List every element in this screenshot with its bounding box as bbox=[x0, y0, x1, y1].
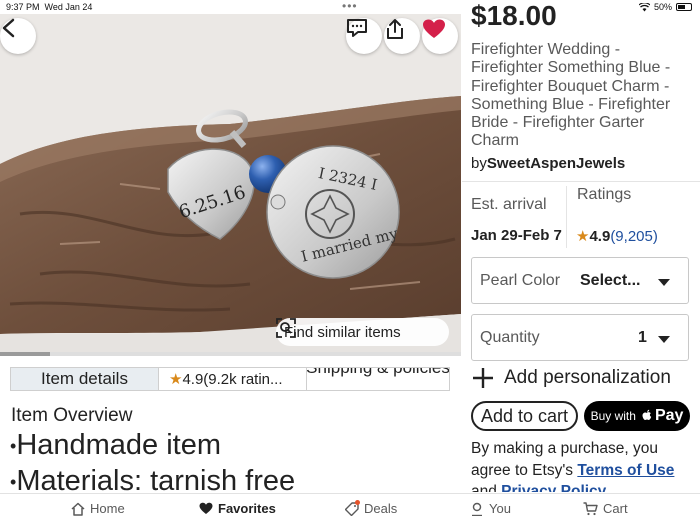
pearl-color-select[interactable]: Pearl Color Select... bbox=[471, 257, 689, 304]
tab-shipping-policies[interactable]: Shipping & policies bbox=[306, 368, 449, 390]
battery-percent: 50% bbox=[653, 2, 672, 12]
photo-pager-indicator bbox=[0, 352, 461, 356]
nav-deals[interactable]: Deals bbox=[344, 499, 397, 516]
notification-dot bbox=[355, 499, 360, 505]
tab-item-details[interactable]: Item details bbox=[11, 368, 158, 390]
seller-link[interactable]: SweetAspenJewels bbox=[487, 155, 625, 172]
heart-icon bbox=[199, 502, 213, 514]
nav-cart[interactable]: Cart bbox=[583, 501, 628, 516]
status-time: 9:37 PM Wed Jan 24 bbox=[6, 2, 93, 12]
status-bar: 9:37 PM Wed Jan 24 ••• 50% bbox=[0, 0, 700, 14]
back-icon bbox=[2, 18, 15, 38]
seller-line: bySweetAspenJewels bbox=[471, 155, 626, 172]
star-icon: ★ bbox=[169, 371, 183, 388]
overview-list: •Handmade item •Materials: tarnish free bbox=[10, 428, 295, 500]
est-arrival-value: Jan 29-Feb 7 bbox=[471, 227, 562, 244]
est-arrival-label: Est. arrival bbox=[471, 196, 547, 213]
multitasking-dots[interactable]: ••• bbox=[342, 0, 358, 13]
pearl-color-label: Pearl Color bbox=[480, 272, 561, 289]
home-icon bbox=[71, 502, 85, 516]
back-button[interactable] bbox=[0, 18, 36, 54]
pearl-color-value: Select... bbox=[580, 272, 641, 289]
share-button[interactable] bbox=[384, 18, 420, 54]
detail-tabs: Item details ★4.9(9.2k ratin... Shipping… bbox=[10, 367, 450, 391]
product-photo[interactable]: 6.25.16 I 2324 I I married my Find simil… bbox=[0, 14, 461, 354]
add-personalization-button[interactable]: Add personalization bbox=[472, 367, 671, 389]
wifi-icon bbox=[638, 2, 650, 11]
cart-icon bbox=[583, 501, 598, 515]
overview-title: Item Overview bbox=[11, 405, 133, 426]
privacy-policy-link[interactable]: Privacy Policy bbox=[501, 483, 606, 492]
divider bbox=[566, 186, 567, 248]
image-search-icon bbox=[276, 318, 296, 338]
favorite-button[interactable] bbox=[422, 18, 458, 54]
quantity-value: 1 bbox=[638, 329, 647, 346]
legal-notice: By making a purchase, you agree to Etsy'… bbox=[471, 438, 696, 492]
message-button[interactable] bbox=[346, 18, 382, 54]
heart-icon bbox=[423, 19, 445, 38]
nav-you[interactable]: You bbox=[470, 501, 511, 516]
quantity-label: Quantity bbox=[480, 329, 540, 346]
list-item: •Handmade item bbox=[10, 429, 222, 461]
comment-icon bbox=[347, 19, 367, 37]
status-right: 50% bbox=[638, 2, 692, 12]
rating-count-link[interactable]: (9,205) bbox=[610, 228, 658, 245]
find-similar-button[interactable]: Find similar items bbox=[276, 318, 449, 346]
quantity-select[interactable]: Quantity 1 bbox=[471, 314, 689, 361]
user-icon bbox=[472, 502, 482, 516]
terms-of-use-link[interactable]: Terms of Use bbox=[577, 462, 674, 479]
tab-reviews[interactable]: ★ 4.9(9.2k ratin... bbox=[158, 368, 306, 390]
bottom-nav: Home Favorites Deals You Cart bbox=[0, 493, 700, 525]
find-similar-label: Find similar items bbox=[284, 323, 401, 341]
ratings-value[interactable]: ★4.9(9,205) bbox=[576, 227, 658, 245]
apple-pay-button[interactable]: Buy with Pay bbox=[584, 401, 690, 431]
nav-favorites[interactable]: Favorites bbox=[199, 501, 276, 516]
add-to-cart-button[interactable]: Add to cart bbox=[471, 401, 578, 431]
dropdown-arrow-icon bbox=[658, 279, 670, 286]
plus-icon bbox=[473, 368, 493, 388]
share-icon bbox=[387, 19, 403, 39]
listing-title: Firefighter Wedding - Firefighter Someth… bbox=[471, 41, 671, 150]
dropdown-arrow-icon bbox=[658, 336, 670, 343]
nav-home[interactable]: Home bbox=[71, 501, 125, 516]
divider bbox=[462, 181, 700, 182]
price: $18.00 bbox=[471, 0, 557, 31]
battery-icon bbox=[676, 3, 692, 11]
apple-icon bbox=[642, 409, 652, 420]
star-icon: ★ bbox=[576, 228, 590, 245]
ratings-label: Ratings bbox=[577, 186, 632, 203]
